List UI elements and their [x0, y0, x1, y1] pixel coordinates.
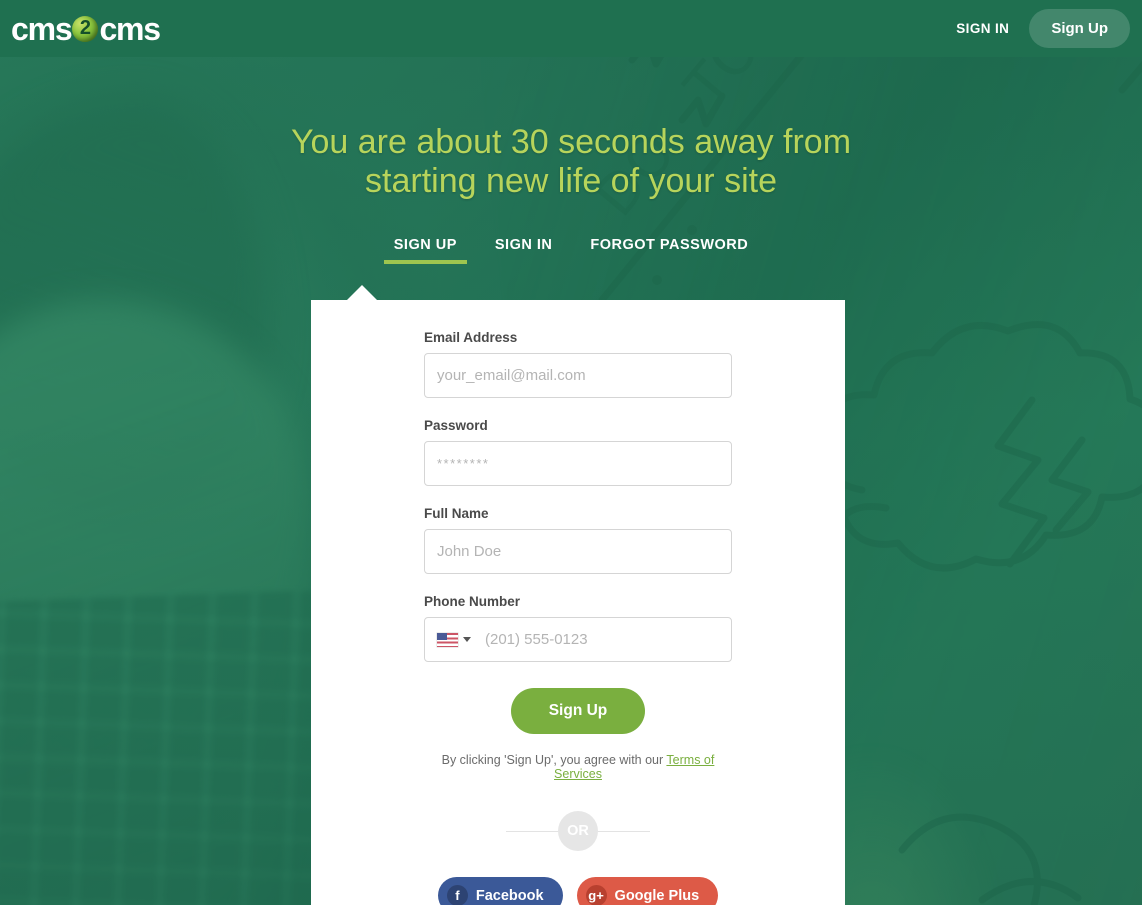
- header-sign-in-link[interactable]: SIGN IN: [942, 13, 1023, 44]
- or-divider: OR: [506, 811, 650, 851]
- header-sign-up-button[interactable]: Sign Up: [1029, 9, 1130, 48]
- google-plus-login-button[interactable]: g+ Google Plus: [576, 877, 719, 905]
- logo-text-right: cms: [99, 10, 161, 47]
- fullname-label: Full Name: [424, 506, 489, 521]
- tab-sign-in[interactable]: SIGN IN: [485, 237, 562, 264]
- email-label: Email Address: [424, 330, 518, 345]
- tab-sign-up[interactable]: SIGN UP: [383, 237, 468, 264]
- fullname-input[interactable]: [424, 529, 732, 574]
- phone-field-group: Phone Number: [424, 594, 732, 662]
- or-label: OR: [558, 811, 598, 851]
- tab-forgot-password[interactable]: FORGOT PASSWORD: [580, 237, 758, 264]
- google-plus-label: Google Plus: [614, 887, 700, 904]
- email-field-group: Email Address: [424, 330, 732, 398]
- site-header: cms 2 cms SIGN IN Sign Up: [0, 0, 1142, 57]
- phone-number-input[interactable]: [479, 618, 731, 661]
- phone-input-wrapper: [424, 617, 732, 662]
- facebook-label: Facebook: [475, 887, 544, 904]
- password-field-group: Password: [424, 418, 732, 486]
- social-login-buttons: f Facebook g+ Google Plus: [424, 877, 732, 905]
- terms-prefix-text: By clicking 'Sign Up', you agree with ou…: [441, 753, 667, 767]
- page-root: TO DO: [0, 0, 1142, 905]
- country-selector-button[interactable]: [425, 618, 479, 661]
- sign-up-submit-button[interactable]: Sign Up: [510, 688, 646, 734]
- password-label: Password: [424, 418, 488, 433]
- email-input[interactable]: [424, 353, 732, 398]
- page-headline: You are about 30 seconds away from start…: [0, 123, 1142, 201]
- us-flag-icon: [437, 632, 458, 647]
- phone-label: Phone Number: [424, 594, 521, 609]
- signup-form: Email Address Password Full Name Phone N…: [311, 300, 845, 905]
- logo-sphere-digit: 2: [79, 16, 92, 39]
- google-plus-icon: g+: [585, 885, 607, 905]
- chevron-down-icon: [463, 637, 471, 642]
- header-actions: SIGN IN Sign Up: [942, 9, 1130, 48]
- submit-row: Sign Up: [424, 688, 732, 734]
- facebook-login-button[interactable]: f Facebook: [437, 877, 563, 905]
- hero-section: You are about 30 seconds away from start…: [0, 57, 1142, 264]
- headline-line-2: starting new life of your site: [365, 162, 777, 200]
- facebook-icon: f: [446, 885, 468, 905]
- logo-text-left: cms: [11, 10, 73, 47]
- headline-line-1: You are about 30 seconds away from: [290, 123, 852, 161]
- card-pointer-triangle: [347, 285, 377, 300]
- signup-card: Email Address Password Full Name Phone N…: [311, 285, 845, 905]
- fullname-field-group: Full Name: [424, 506, 732, 574]
- logo-sphere-icon: 2: [72, 15, 99, 42]
- terms-notice: By clicking 'Sign Up', you agree with ou…: [424, 753, 732, 781]
- password-input[interactable]: [424, 441, 732, 486]
- logo[interactable]: cms 2 cms: [11, 10, 161, 47]
- auth-tabs: SIGN UP SIGN IN FORGOT PASSWORD: [0, 237, 1142, 264]
